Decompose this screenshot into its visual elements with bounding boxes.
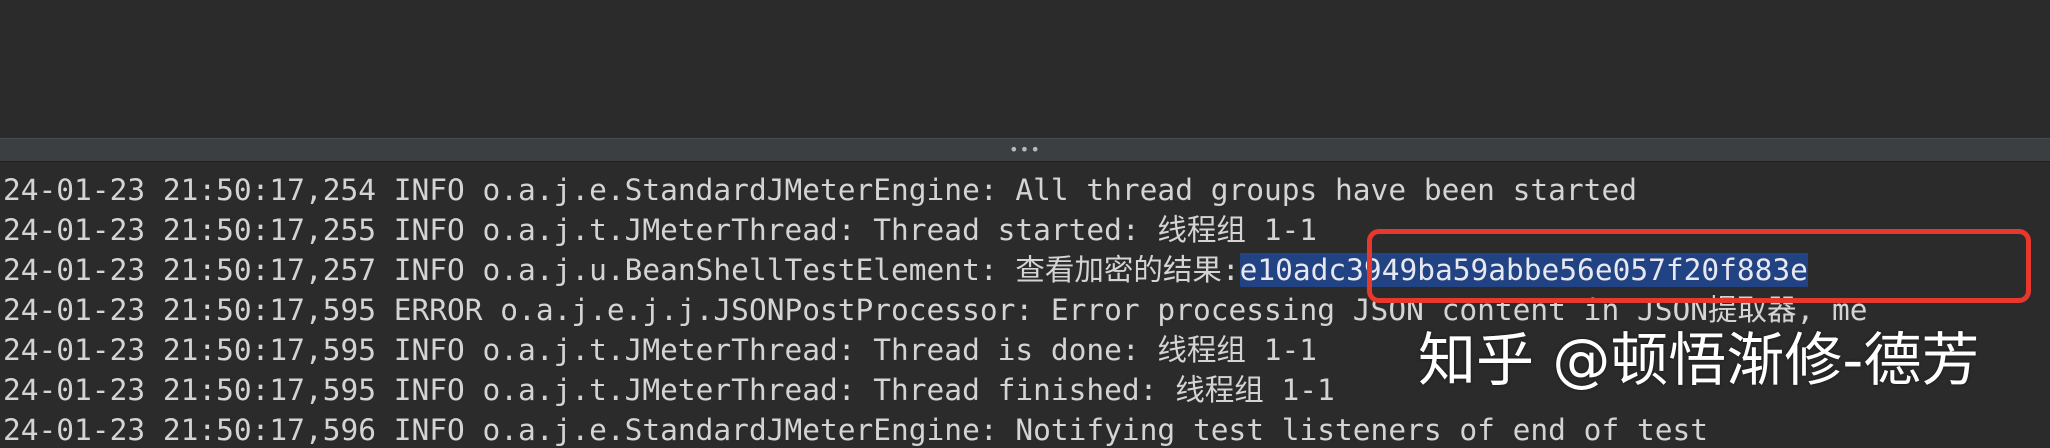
log-line: 24-01-23 21:50:17,595 INFO o.a.j.t.JMete… (3, 333, 1317, 367)
jmeter-log-window: ••• 24-01-23 21:50:17,254 INFO o.a.j.e.S… (0, 0, 2050, 448)
log-line: 24-01-23 21:50:17,595 INFO o.a.j.t.JMete… (3, 373, 1335, 407)
log-line: 24-01-23 21:50:17,596 INFO o.a.j.e.Stand… (3, 413, 1709, 447)
drag-handle-icon[interactable]: ••• (1009, 142, 1041, 158)
watermark: 知乎 @顿悟渐修-德芳 (1418, 326, 1980, 394)
annotation-highlight-box (1367, 229, 2031, 303)
log-line: 24-01-23 21:50:17,254 INFO o.a.j.e.Stand… (3, 173, 1637, 207)
log-line-prefix: 24-01-23 21:50:17,257 INFO o.a.j.u.BeanS… (3, 253, 1240, 287)
log-viewer[interactable]: 24-01-23 21:50:17,254 INFO o.a.j.e.Stand… (0, 168, 2050, 448)
upper-panel (0, 0, 2050, 138)
panel-splitter[interactable]: ••• (0, 138, 2050, 162)
log-line: 24-01-23 21:50:17,255 INFO o.a.j.t.JMete… (3, 213, 1317, 247)
